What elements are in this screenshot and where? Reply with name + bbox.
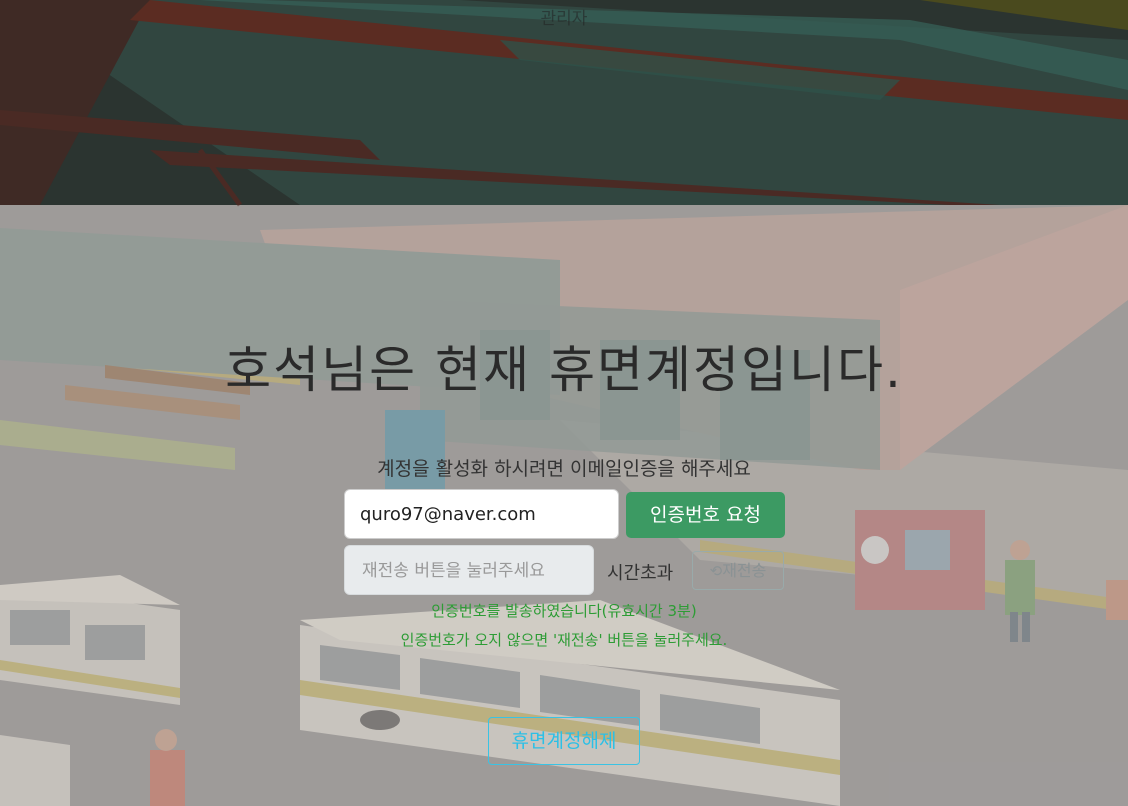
- timer-status: 시간초과: [607, 563, 674, 584]
- request-code-button[interactable]: 인증번호 요청: [626, 492, 785, 538]
- page-title: 호석님은 현재 휴면계정입니다.: [225, 341, 903, 399]
- resend-button[interactable]: ⟲재전송: [692, 551, 784, 590]
- resend-button-label: 재전송: [722, 561, 767, 580]
- release-dormant-button[interactable]: 휴면계정해제: [488, 717, 640, 765]
- admin-link[interactable]: 관리자: [0, 4, 1128, 29]
- refresh-icon: ⟲: [709, 562, 723, 580]
- resend-help-message: 인증번호가 오지 않으면 '재전송' 버튼을 눌러주세요.: [400, 631, 728, 649]
- instruction-text: 계정을 활성화 하시려면 이메일인증을 해주세요: [377, 458, 751, 480]
- verification-code-input[interactable]: 재전송 버튼을 눌러주세요: [344, 545, 594, 595]
- code-sent-message: 인증번호를 발송하였습니다(유효시간 3분): [431, 602, 697, 620]
- email-field[interactable]: quro97@naver.com: [344, 489, 619, 539]
